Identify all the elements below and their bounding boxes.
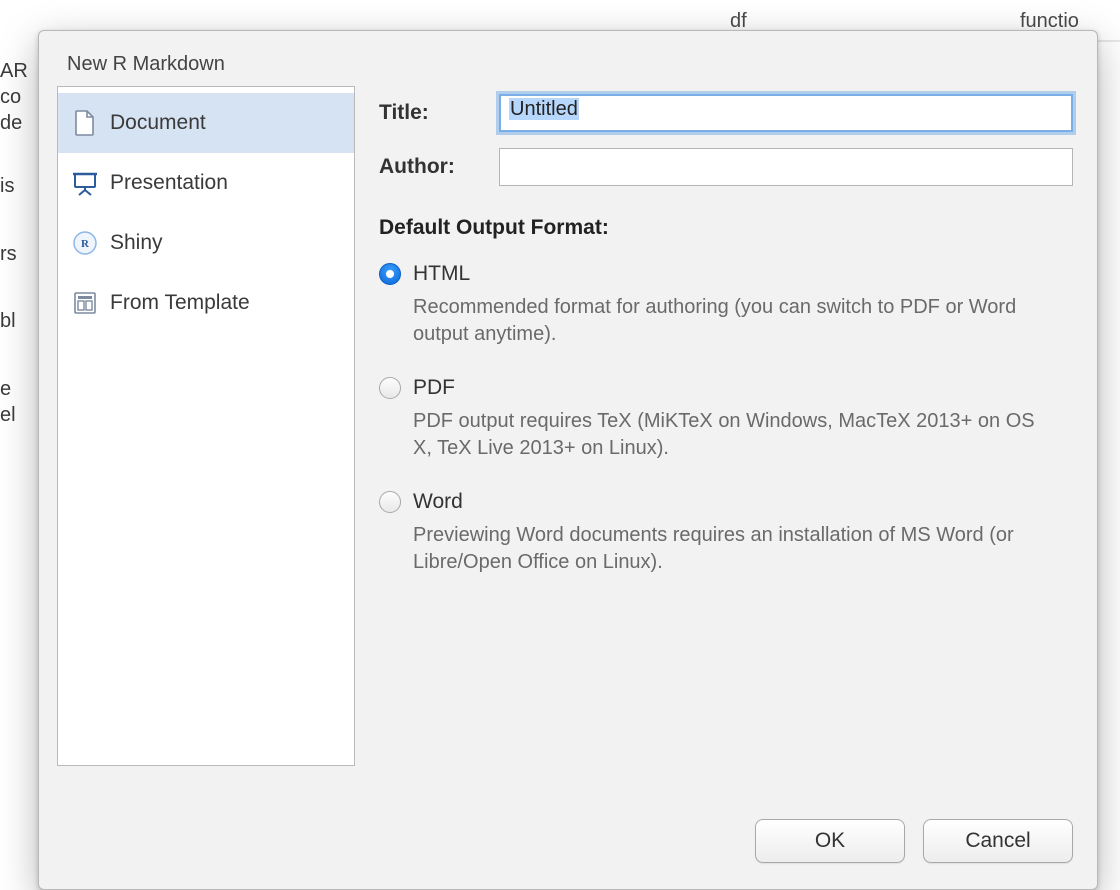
title-label: Title:	[379, 101, 499, 125]
sidebar-item-template[interactable]: From Template	[58, 273, 354, 333]
format-option-description: PDF output requires TeX (MiKTeX on Windo…	[413, 408, 1053, 462]
dialog-title: New R Markdown	[39, 31, 1097, 86]
format-option-word[interactable]: Word	[379, 490, 1073, 514]
new-rmarkdown-dialog: New R Markdown Document	[38, 30, 1098, 890]
sidebar-item-document[interactable]: Document	[58, 93, 354, 153]
title-input-value: Untitled	[509, 98, 579, 120]
author-input[interactable]	[499, 148, 1073, 186]
radio-icon	[379, 491, 401, 513]
document-icon	[72, 110, 98, 136]
sidebar-item-label: From Template	[110, 291, 250, 315]
shiny-icon: R	[72, 230, 98, 256]
bg-fragment: AR	[0, 60, 36, 83]
cancel-button[interactable]: Cancel	[923, 819, 1073, 863]
bg-fragment: e	[0, 378, 36, 401]
output-format-heading: Default Output Format:	[379, 216, 1073, 240]
sidebar-item-label: Shiny	[110, 231, 163, 255]
template-icon	[72, 290, 98, 316]
format-option-pdf[interactable]: PDF	[379, 376, 1073, 400]
radio-icon	[379, 263, 401, 285]
format-option-label: HTML	[413, 262, 470, 286]
ok-button[interactable]: OK	[755, 819, 905, 863]
format-option-html[interactable]: HTML	[379, 262, 1073, 286]
bg-fragment: co	[0, 86, 36, 109]
bg-fragment: bl	[0, 310, 36, 333]
radio-icon	[379, 377, 401, 399]
bg-fragment: el	[0, 404, 36, 427]
output-format-group: HTML Recommended format for authoring (y…	[379, 262, 1073, 576]
bg-fragment: de	[0, 112, 36, 135]
type-sidebar: Document Presentation	[57, 86, 355, 766]
sidebar-item-shiny[interactable]: R Shiny	[58, 213, 354, 273]
bg-fragment: rs	[0, 243, 36, 266]
format-option-label: PDF	[413, 376, 455, 400]
format-option-label: Word	[413, 490, 463, 514]
bg-fragment: is	[0, 175, 36, 198]
main-panel: Title: Untitled Author: Default Output F…	[379, 86, 1079, 766]
sidebar-item-presentation[interactable]: Presentation	[58, 153, 354, 213]
sidebar-item-label: Presentation	[110, 171, 228, 195]
title-input[interactable]: Untitled	[499, 94, 1073, 132]
format-option-description: Recommended format for authoring (you ca…	[413, 294, 1053, 348]
format-option-description: Previewing Word documents requires an in…	[413, 522, 1053, 576]
svg-text:R: R	[81, 238, 90, 250]
sidebar-item-label: Document	[110, 111, 206, 135]
presentation-icon	[72, 170, 98, 196]
author-label: Author:	[379, 155, 499, 179]
dialog-button-row: OK Cancel	[755, 819, 1073, 863]
